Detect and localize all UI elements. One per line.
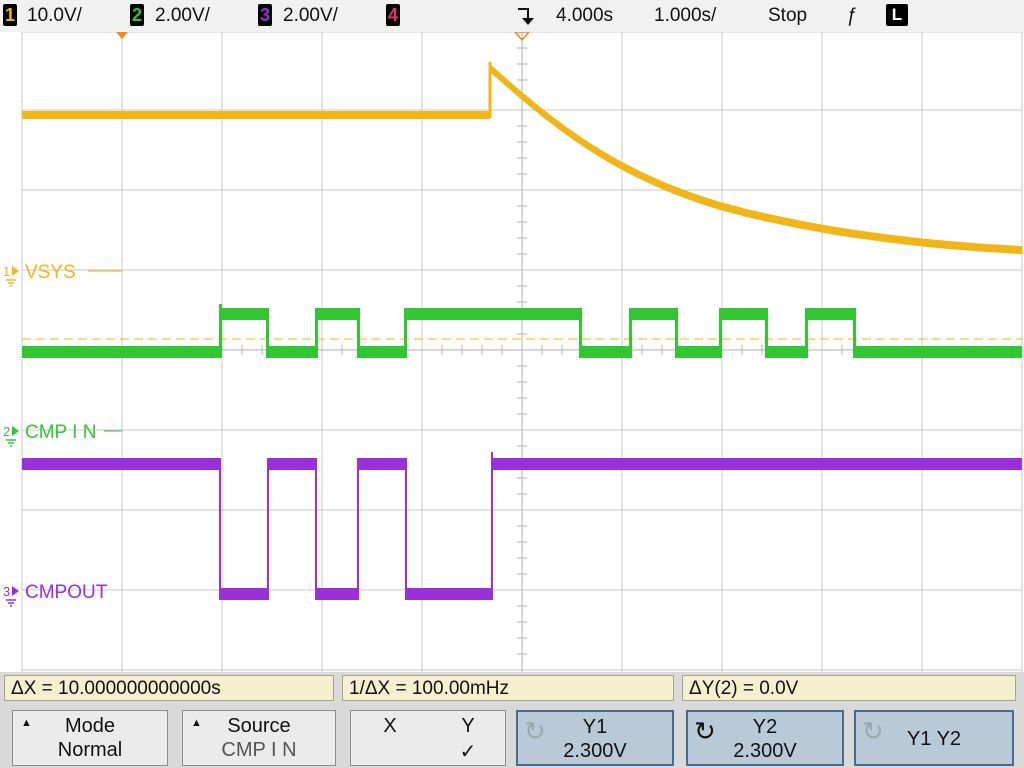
waveform-display[interactable]: 1 VSYS 2 CMP I N 3 CMPOUT (0, 32, 1024, 672)
source-value: CMP I N (221, 739, 297, 761)
trigger-slope-icon[interactable]: ƒ (846, 4, 857, 28)
channel-1-marker: 1 (3, 264, 10, 279)
channel-4-badge[interactable]: 4 (386, 4, 400, 26)
softkey-bar: ▲ Mode Normal ▲ Source CMP I N X Y ✓ ↻ Y… (0, 706, 1024, 768)
channel-2-label: CMP I N (25, 422, 96, 443)
y1-label: Y1 (582, 716, 608, 738)
y1-softkey[interactable]: ↻ Y1 2.300V (516, 710, 674, 766)
channel-3-marker: 3 (3, 584, 10, 599)
channel-2-badge[interactable]: 2 (130, 4, 144, 26)
xy-softkey[interactable]: X Y ✓ (350, 710, 506, 766)
channel-1-scale[interactable]: 10.0V/ (27, 4, 82, 28)
run-state[interactable]: Stop (768, 4, 807, 28)
y2-value: 2.300V (733, 740, 797, 762)
source-label: Source (227, 715, 291, 737)
channel-1-badge[interactable]: 1 (3, 4, 17, 26)
trigger-mode-badge[interactable]: L (886, 4, 908, 26)
delta-y-readout: ΔY(2) = 0.0V (682, 675, 1016, 701)
channel-3-scale[interactable]: 2.00V/ (283, 4, 338, 28)
y1-value: 2.300V (563, 740, 627, 762)
timebase-scale[interactable]: 1.000s/ (654, 4, 716, 28)
channel-3-badge[interactable]: 3 (258, 4, 272, 26)
left-time-marker-icon (116, 32, 128, 39)
y-selected-check-icon: ✓ (459, 741, 477, 763)
trigger-arrow-icon (514, 6, 538, 30)
channel-3-label: CMPOUT (25, 582, 108, 603)
channel-2-scale[interactable]: 2.00V/ (155, 4, 210, 28)
x-label: X (383, 715, 397, 737)
source-softkey[interactable]: ▲ Source CMP I N (182, 710, 336, 766)
cursor-measurement-bar: ΔX = 10.000000000000s 1/ΔX = 100.00mHz Δ… (0, 672, 1024, 706)
mode-label: Mode (64, 715, 116, 737)
y2-softkey[interactable]: ↻ Y2 2.300V (686, 710, 844, 766)
trigger-position[interactable]: 4.000s (556, 4, 613, 28)
delta-x-readout: ΔX = 10.000000000000s (4, 675, 334, 701)
inverse-delta-x-readout: 1/ΔX = 100.00mHz (342, 675, 674, 701)
y1-y2-softkey[interactable]: ↻ Y1 Y2 (854, 710, 1014, 766)
y-label: Y (461, 715, 475, 737)
mode-value: Normal (57, 739, 123, 761)
waveform-canvas: 1 VSYS 2 CMP I N 3 CMPOUT (3, 32, 1023, 672)
y2-label: Y2 (752, 716, 778, 738)
status-bar: 1 10.0V/ 2 2.00V/ 3 2.00V/ 4 4.000s 1.00… (0, 0, 1024, 33)
channel-1-label: VSYS (25, 262, 76, 283)
y1-y2-label: Y1 Y2 (906, 728, 962, 750)
mode-softkey[interactable]: ▲ Mode Normal (12, 710, 168, 766)
channel-2-marker: 2 (3, 424, 10, 439)
